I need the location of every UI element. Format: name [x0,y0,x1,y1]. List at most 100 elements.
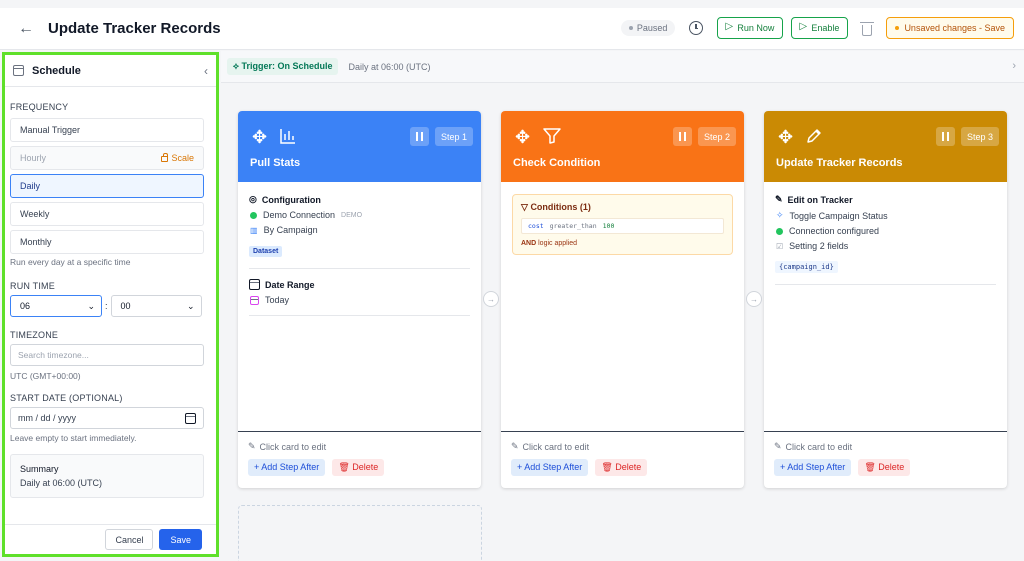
start-date-label: START DATE (OPTIONAL) [10,393,123,403]
connected-dot-icon [776,227,783,235]
connection-label: Connection configured [789,226,880,236]
sparkle-icon: ✧ [776,210,784,220]
pause-step-button[interactable] [410,127,429,146]
cancel-button[interactable]: Cancel [105,529,154,550]
delete-label: Delete [615,462,642,472]
add-step-after-button[interactable]: + Add Step After [774,459,852,476]
connected-dot-icon [250,211,257,219]
status-label: Paused [636,23,668,33]
play-icon [799,21,807,32]
divider [775,284,996,285]
minute-select[interactable]: 00 ⌄ [110,295,202,317]
campaign-id-tag: {campaign_id} [775,261,838,273]
frequency-label: FREQUENCY [10,102,69,112]
trash-icon: 🗑 [338,462,350,472]
step-badge: Step 2 [697,127,736,146]
trigger-bar: ⟡ Trigger: On Schedule Daily at 06:00 (U… [221,51,1024,83]
schedule-sidebar: Schedule ‹ FREQUENCY Manual Trigger Hour… [2,52,219,557]
divider [249,268,470,269]
edit-section-title: Edit on Tracker [787,194,853,205]
card-actions: + Add Step After 🗑 Delete [511,459,734,476]
pause-icon [679,132,686,141]
condition-row: cost greater_than 100 [521,218,724,234]
collapse-chevron-icon[interactable]: ‹ [204,64,208,78]
card-body: ◎ Configuration Demo Connection DEMO ▥ By C… [238,182,481,338]
delete-label: Delete [878,462,905,472]
card-footer: ✎ Click card to edit + Add Step After 🗑 D… [501,431,744,488]
frequency-option-manual[interactable]: Manual Trigger [10,118,204,142]
setting-label: Setting 2 fields [789,241,849,251]
card-title: Pull Stats [250,157,301,169]
run-now-label: Run Now [737,23,775,33]
card-body: ✎ Edit on Tracker ✧ Toggle Campaign Status… [764,182,1007,307]
connector-arrow-icon: → [483,291,499,307]
unsaved-label: Unsaved changes - Save [904,23,1005,33]
delete-step-button[interactable]: 🗑 Delete [858,459,911,476]
start-date-input[interactable]: mm / dd / yyyy [10,407,204,429]
by-campaign-row: ▥ By Campaign [249,225,470,235]
edit-hint: ✎ Click card to edit [774,441,997,452]
hour-select[interactable]: 06 ⌄ [10,295,102,317]
minute-value: 00 [120,301,131,311]
pencil-icon [807,129,821,143]
back-arrow-icon[interactable]: ← [18,20,34,38]
frequency-option-hourly[interactable]: Hourly Scale [10,146,204,170]
calendar-icon[interactable] [185,412,196,424]
chevron-down-icon: ⌄ [87,300,95,311]
timezone-value: UTC (GMT+00:00) [10,371,81,381]
step-card-update-tracker[interactable]: ✥ Step 3 Update Tracker Records ✎ Edit on… [764,111,1007,488]
add-step-after-button[interactable]: + Add Step After [511,459,589,476]
condition-field: cost [528,222,544,230]
summary-title: Summary [20,464,59,474]
frequency-option-daily[interactable]: Daily [10,174,204,198]
delete-step-button[interactable]: 🗑 Delete [332,459,385,476]
run-now-button[interactable]: Run Now [717,17,784,39]
page-title: Update Tracker Records [48,20,221,37]
condition-value: 100 [602,222,615,230]
step-card-pull-stats[interactable]: ✥ Step 1 Pull Stats ◎ Configuration Demo … [238,111,481,488]
card-footer: ✎ Click card to edit + Add Step After 🗑 D… [764,431,1007,488]
add-step-placeholder[interactable] [238,505,482,561]
connection-row: Demo Connection DEMO [249,210,470,220]
trash-icon: 🗑 [864,462,876,472]
timezone-search-input[interactable]: Search timezone... [10,344,204,366]
delete-step-button[interactable]: 🗑 Delete [595,459,648,476]
scale-label: Scale [171,153,194,163]
chart-icon: ▥ [250,225,258,235]
scale-badge: Scale [161,153,194,163]
unsaved-changes-save-button[interactable]: Unsaved changes - Save [886,17,1014,39]
by-campaign-label: By Campaign [263,225,318,235]
pause-step-button[interactable] [936,127,955,146]
step-badge: Step 3 [960,127,999,146]
summary-value: Daily at 06:00 (UTC) [20,478,103,488]
top-header: ← Update Tracker Records Paused Run Now … [0,8,1024,50]
step-badge: Step 1 [434,127,473,146]
dataset-tag: Dataset [249,246,283,257]
frequency-option-weekly[interactable]: Weekly [10,202,204,226]
chevron-right-icon[interactable]: › [1012,60,1016,72]
move-icon[interactable]: ✥ [778,128,793,146]
card-footer: ✎ Click card to edit + Add Step After 🗑 D… [238,431,481,488]
trigger-pill[interactable]: ⟡ Trigger: On Schedule [227,58,339,75]
delete-label: Delete [352,462,379,472]
enable-button[interactable]: Enable [791,17,849,39]
save-button[interactable]: Save [159,529,202,550]
add-step-after-button[interactable]: + Add Step After [248,459,326,476]
calendar-icon [13,65,24,76]
summary-box: Summary Daily at 06:00 (UTC) [10,454,204,498]
toggle-label: Toggle Campaign Status [789,210,888,221]
edit-hint-text: Click card to edit [785,441,853,452]
connector-arrow-icon: → [746,291,762,307]
status-dot-icon [628,26,633,30]
history-clock-icon[interactable] [689,21,704,35]
pause-step-button[interactable] [673,127,692,146]
pause-icon [416,132,423,141]
step-card-check-condition[interactable]: ✥ Step 2 Check Condition ▽ Conditions (1… [501,111,744,488]
delete-trash-icon[interactable] [860,21,875,36]
move-icon[interactable]: ✥ [252,128,267,146]
frequency-option-monthly[interactable]: Monthly [10,230,204,254]
sidebar-header: Schedule ‹ [5,55,216,87]
sidebar-body: FREQUENCY Manual Trigger Hourly Scale Da… [5,102,216,498]
card-header: ✥ Step 1 Pull Stats [238,111,481,182]
move-icon[interactable]: ✥ [515,128,530,146]
